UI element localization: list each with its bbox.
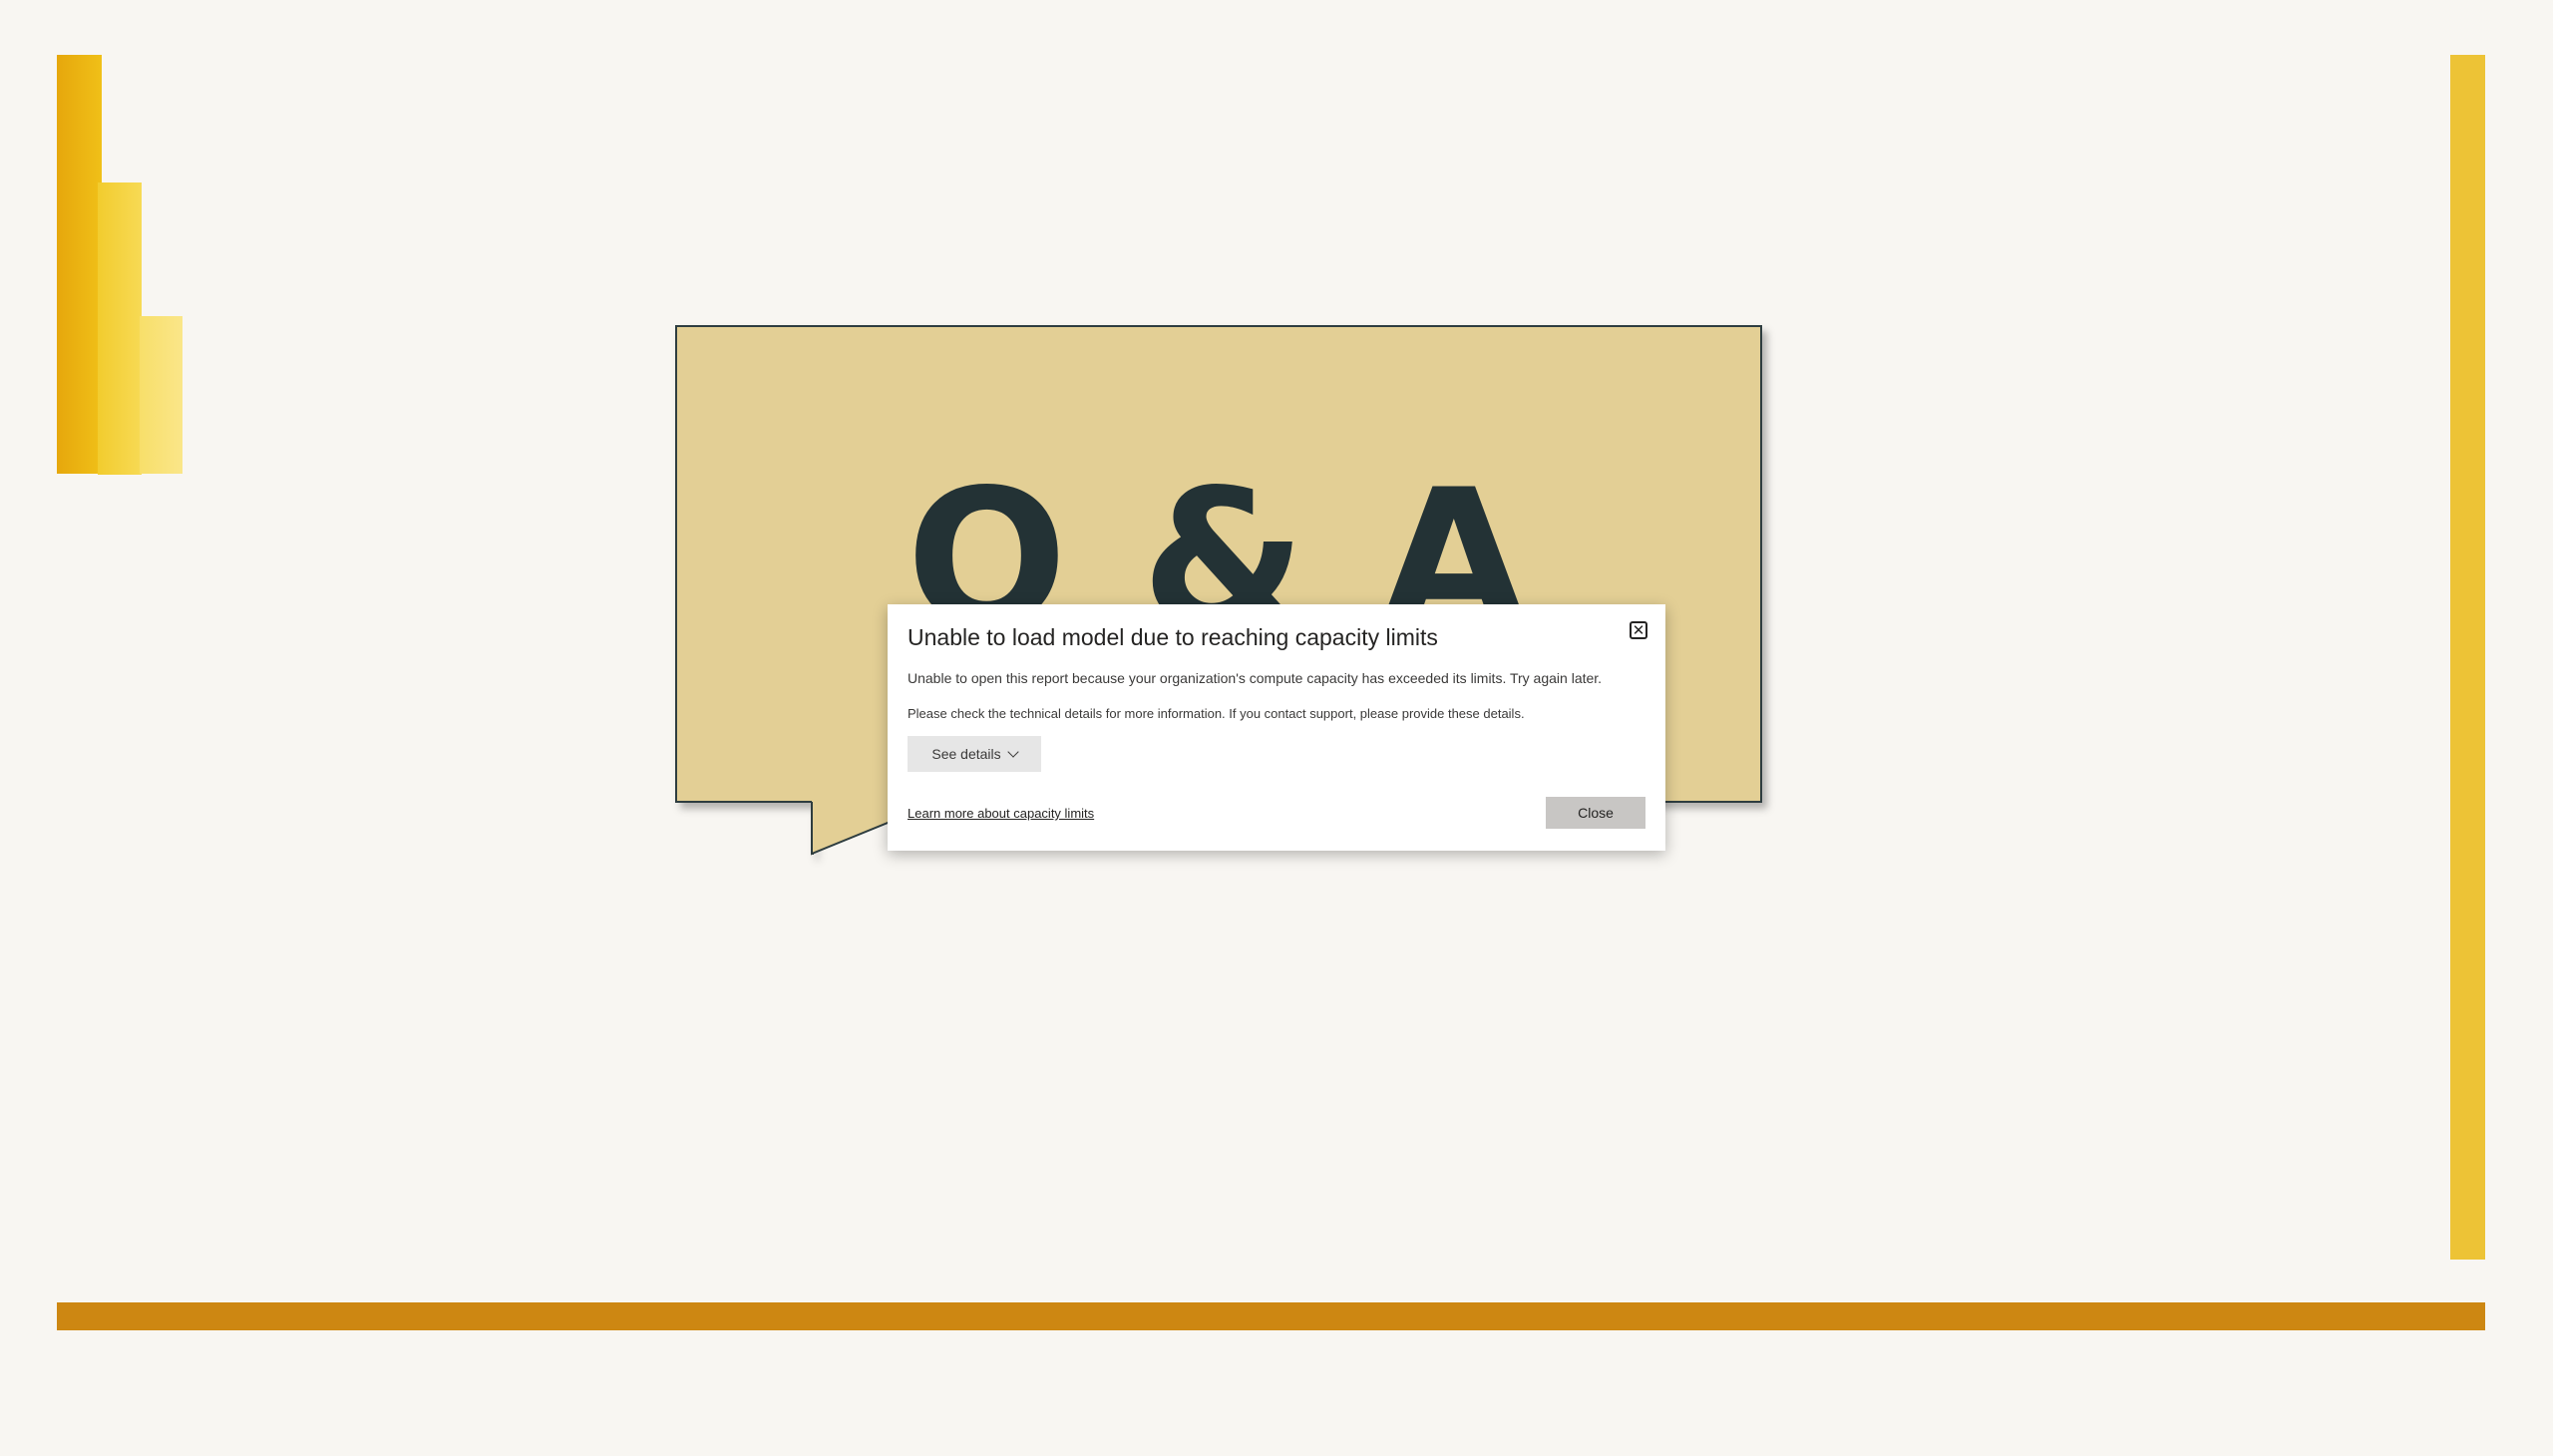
see-details-button[interactable]: See details	[908, 736, 1041, 772]
logo-bar-tall	[57, 55, 102, 474]
chevron-down-icon	[1006, 745, 1019, 758]
close-button[interactable]: Close	[1546, 797, 1645, 829]
logo-bar-short	[140, 316, 182, 474]
bottom-accent-bar	[57, 1302, 2485, 1330]
right-accent-bar	[2450, 55, 2485, 1260]
dialog-message: Unable to open this report because your …	[908, 670, 1603, 686]
dialog-details-note: Please check the technical details for m…	[908, 706, 1525, 721]
close-icon[interactable]: ✕	[1630, 621, 1647, 639]
speech-bubble-tail	[812, 801, 893, 854]
see-details-label: See details	[931, 746, 1001, 762]
dialog-title: Unable to load model due to reaching cap…	[908, 624, 1438, 650]
capacity-error-dialog: Unable to load model due to reaching cap…	[888, 604, 1665, 851]
learn-more-link[interactable]: Learn more about capacity limits	[908, 806, 1094, 821]
report-canvas: Q & A Unable to load model due to reachi…	[0, 0, 2553, 1456]
logo-bar-medium	[98, 182, 142, 475]
